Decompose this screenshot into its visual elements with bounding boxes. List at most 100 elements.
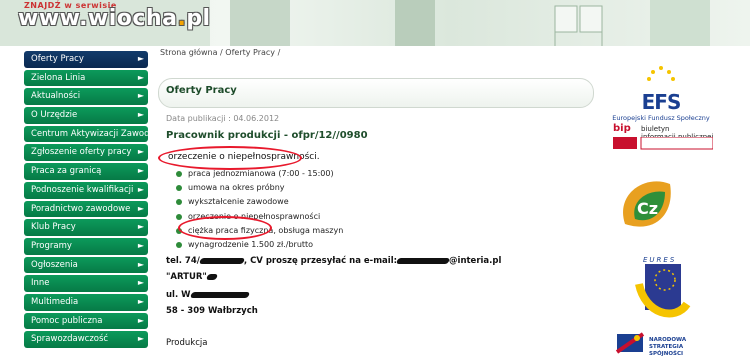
sidebar-item-oferty-pracy[interactable]: Oferty Pracy ► <box>24 51 148 68</box>
sidebar-item-label: Zielona Linia <box>31 72 86 83</box>
sidebar-item-pomoc-publiczna[interactable]: Pomoc publiczna ► <box>24 312 148 330</box>
sidebar-item-label: Multimedia <box>31 296 79 307</box>
annotation-oval-bottom <box>178 216 272 240</box>
watermark-accent: . <box>177 6 187 31</box>
redaction-mark <box>205 273 218 280</box>
chevron-right-icon: ► <box>137 54 144 63</box>
chevron-right-icon: ► <box>137 259 144 269</box>
list-item-text: wykształcenie zawodowe <box>188 197 289 207</box>
email-domain: @interia.pl <box>449 256 502 266</box>
chevron-right-icon: ► <box>137 334 144 344</box>
address-postal: 58 - 309 Wałbrzych <box>166 306 258 316</box>
bullet-icon <box>176 185 182 192</box>
job-title: Pracownik produkcji - ofpr/12//0980 <box>166 130 368 141</box>
bullet-icon <box>176 199 182 206</box>
bullet-icon <box>176 171 182 177</box>
company-name-text: "ARTUR" <box>166 272 207 282</box>
chevron-right-icon: ► <box>137 72 144 82</box>
chevron-right-icon: ► <box>137 91 144 101</box>
sidebar-item-label: Pomoc publiczna <box>31 315 103 326</box>
sidebar-item-zielona-linia[interactable]: Zielona Linia ► <box>24 69 148 87</box>
efs-label: Europejski Fundusz Społeczny <box>612 114 710 122</box>
svg-text:Cz: Cz <box>637 199 658 218</box>
sidebar-item-zgloszenie-oferty[interactable]: Zgłoszenie oferty pracy ► <box>24 144 148 162</box>
sidebar-item-label: Centrum Aktywizacji Zawodowej <box>31 128 148 139</box>
breadcrumb[interactable]: Strona główna / Oferty Pracy / <box>160 48 280 57</box>
redaction-mark <box>395 257 451 264</box>
sidebar-item-inne[interactable]: Inne ► <box>24 275 148 292</box>
sidebar-item-label: Klub Pracy <box>31 222 76 233</box>
leaf-logo-icon[interactable]: Cz <box>615 174 675 234</box>
chevron-right-icon: ► <box>137 240 144 250</box>
sidebar-item-programy[interactable]: Programy ► <box>24 237 148 255</box>
chevron-right-icon: ► <box>137 222 144 232</box>
watermark-suffix: pl <box>186 6 211 31</box>
sidebar-item-label: Programy <box>31 240 72 251</box>
eures-label: EURES <box>643 256 677 264</box>
list-item: umowa na okres próbny <box>176 181 343 195</box>
bullet-icon <box>176 241 182 248</box>
sidebar-item-label: Zgłoszenie oferty pracy <box>31 147 132 158</box>
sidebar-item-multimedia[interactable]: Multimedia ► <box>24 293 148 311</box>
page-title: Oferty Pracy <box>166 85 237 96</box>
sidebar-item-aktualnosci[interactable]: Aktualności ► <box>24 88 148 106</box>
list-item-text: wynagrodzenie 1.500 zł./brutto <box>188 239 314 249</box>
tel-suffix: , CV proszę przesyłać na e-mail: <box>243 256 398 266</box>
bip-line1: biuletyn <box>641 125 670 133</box>
nss-logo-icon[interactable] <box>615 330 645 354</box>
partner-logos: EFS Europejski Fundusz Społeczny bip biu… <box>609 46 713 357</box>
efs-logo: EFS <box>641 90 682 114</box>
sidebar-item-praca-za-granica[interactable]: Praca za granicą ► <box>24 163 148 180</box>
redaction-mark <box>189 291 250 298</box>
sidebar-item-centrum-aktywizacji[interactable]: Centrum Aktywizacji Zawodowej <box>24 125 148 143</box>
bip-flag-icon <box>613 137 713 150</box>
sidebar-item-label: O Urzędzie <box>31 110 78 121</box>
sidebar-item-klub-pracy[interactable]: Klub Pracy ► <box>24 219 148 236</box>
efs-stars-icon <box>647 66 675 81</box>
chevron-right-icon: ► <box>137 278 144 288</box>
sidebar-item-label: Inne <box>31 278 50 289</box>
chevron-right-icon: ► <box>137 147 144 157</box>
contact-phone-line: tel. 74/ , CV proszę przesyłać na e-mail:… <box>166 256 501 266</box>
sidebar-nav: Oferty Pracy ► Zielona Linia ► Aktualności… <box>24 51 148 350</box>
nss-line1: NARODOWA <box>649 337 687 343</box>
category-label: Produkcja <box>166 338 208 348</box>
publication-date: Data publikacji : 04.06.2012 <box>166 114 280 123</box>
redaction-mark <box>198 257 245 264</box>
bip-logo: bip <box>613 123 631 134</box>
list-item-text: praca jednozmianowa (7:00 - 15:00) <box>188 169 334 178</box>
sidebar-item-label: Ogłoszenia <box>31 259 78 270</box>
chevron-right-icon: ► <box>137 166 144 176</box>
sidebar-item-podnoszenie-kwalifikacji[interactable]: Podnoszenie kwalifikacji ► <box>24 181 148 199</box>
list-item: wykształcenie zawodowe <box>176 195 343 209</box>
chevron-right-icon: ► <box>137 203 144 213</box>
sidebar-item-label: Podnoszenie kwalifikacji <box>31 184 134 195</box>
sidebar-item-label: Aktualności <box>31 91 81 102</box>
watermark-prefix: www.wiocha <box>18 6 178 31</box>
bullet-icon <box>176 213 182 220</box>
nss-line2: STRATEGIA SPÓJNOŚCI <box>649 344 684 357</box>
sidebar-item-o-urzedzie[interactable]: O Urzędzie ► <box>24 107 148 124</box>
list-item: wynagrodzenie 1.500 zł./brutto <box>176 238 343 252</box>
address-street: ul. W <box>166 290 250 300</box>
requirements-list: praca jednozmianowa (7:00 - 15:00) umowa… <box>176 167 343 252</box>
watermark-logo: www.wiocha.pl <box>18 6 211 31</box>
sidebar-item-label: Poradnictwo zawodowe <box>31 203 131 214</box>
sidebar-item-poradnictwo-zawodowe[interactable]: Poradnictwo zawodowe ► <box>24 200 148 218</box>
sidebar-item-ogloszenia[interactable]: Ogłoszenia ► <box>24 256 148 274</box>
efs-logo-block[interactable]: EFS Europejski Fundusz Społeczny <box>609 64 713 122</box>
list-item: praca jednozmianowa (7:00 - 15:00) <box>176 167 343 181</box>
chevron-right-icon: ► <box>137 296 144 306</box>
eures-logo-icon[interactable] <box>635 264 691 318</box>
company-name: "ARTUR" <box>166 272 218 282</box>
sidebar-item-label: Oferty Pracy <box>31 54 84 64</box>
list-item-text: umowa na okres próbny <box>188 183 285 193</box>
chevron-right-icon: ► <box>137 184 144 194</box>
chevron-right-icon: ► <box>137 110 144 120</box>
street-prefix: ul. W <box>166 290 191 300</box>
bip-link[interactable]: bip biuletyn informacji publicznej <box>613 123 713 150</box>
sidebar-item-label: Praca za granicą <box>31 166 102 177</box>
nss-label: NARODOWA STRATEGIA SPÓJNOŚCI <box>649 337 713 358</box>
chevron-right-icon: ► <box>137 315 144 325</box>
sidebar-item-sprawozdawczosc[interactable]: Sprawozdawczość ► <box>24 331 148 348</box>
